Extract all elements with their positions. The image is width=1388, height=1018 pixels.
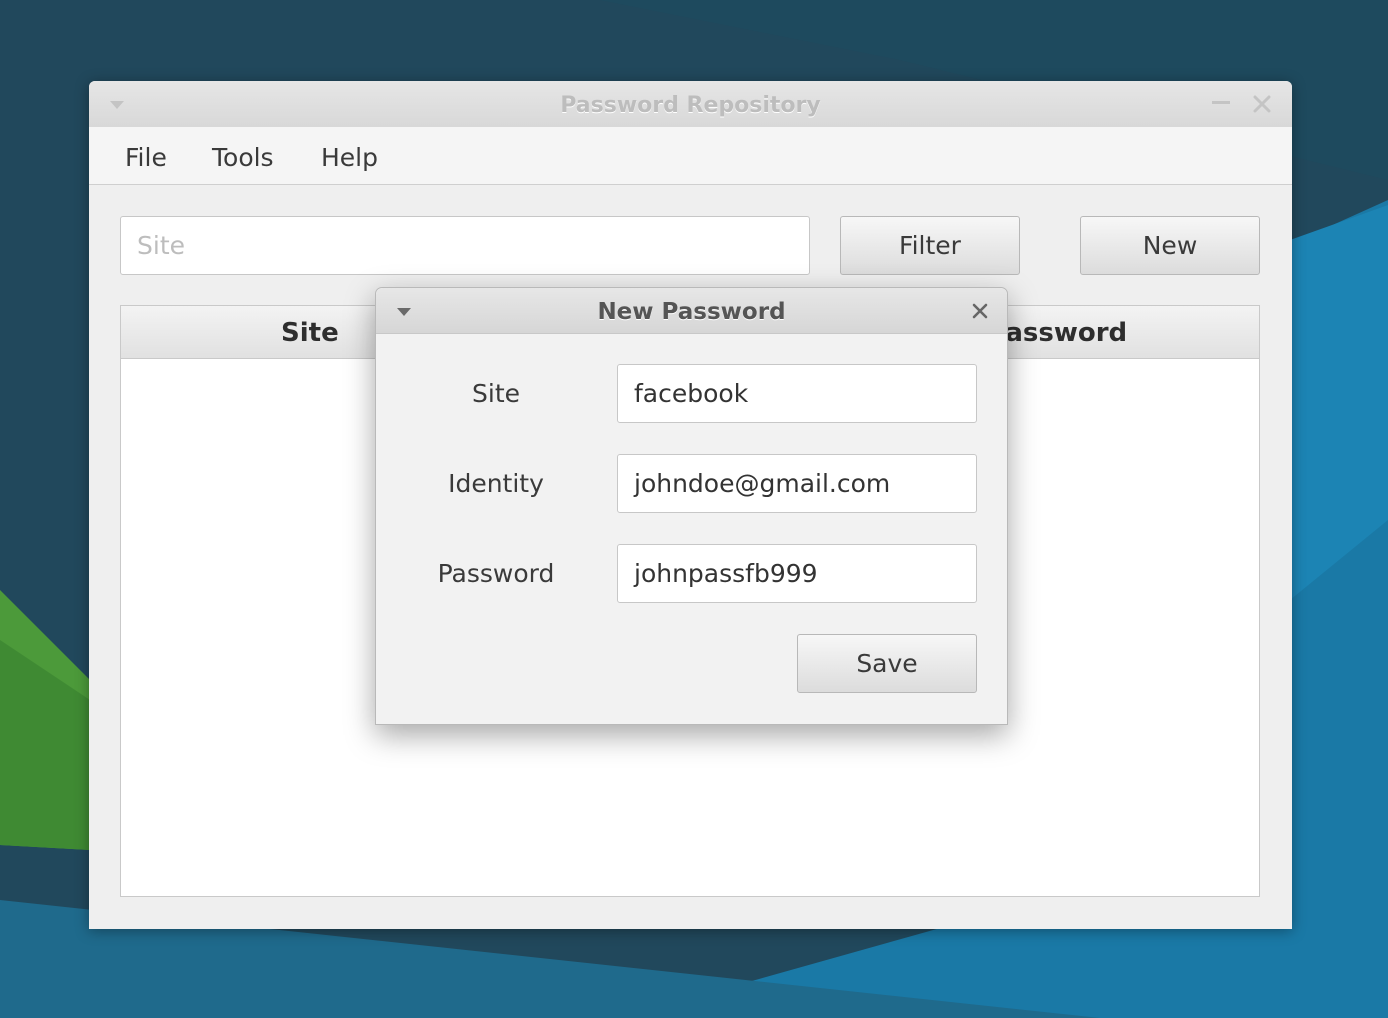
column-header-site[interactable]: Site [281,318,339,348]
column-header-password[interactable]: Password [987,318,1127,348]
site-field[interactable]: facebook [617,364,977,423]
site-label: Site [472,379,520,408]
menu-tools[interactable]: Tools [212,143,274,172]
close-icon[interactable] [1252,94,1272,114]
password-field[interactable]: johnpassfb999 [617,544,977,603]
window-titlebar[interactable]: Password Repository [89,81,1292,127]
new-button[interactable]: New [1080,216,1260,275]
menu-file[interactable]: File [125,143,167,172]
save-button[interactable]: Save [797,634,977,693]
minimize-icon[interactable] [1212,101,1230,105]
site-search-input[interactable] [120,216,810,275]
new-password-dialog: New Password Site facebook Identity john… [375,287,1008,725]
menu-help[interactable]: Help [321,143,378,172]
window-title: Password Repository [560,93,821,118]
identity-label: Identity [448,469,544,498]
dialog-title: New Password [597,299,786,325]
filter-button[interactable]: Filter [840,216,1020,275]
menubar: File Tools Help [89,127,1292,185]
password-label: Password [437,559,555,588]
close-icon[interactable] [971,302,989,320]
identity-field[interactable]: johndoe@gmail.com [617,454,977,513]
dialog-titlebar[interactable]: New Password [376,288,1007,334]
